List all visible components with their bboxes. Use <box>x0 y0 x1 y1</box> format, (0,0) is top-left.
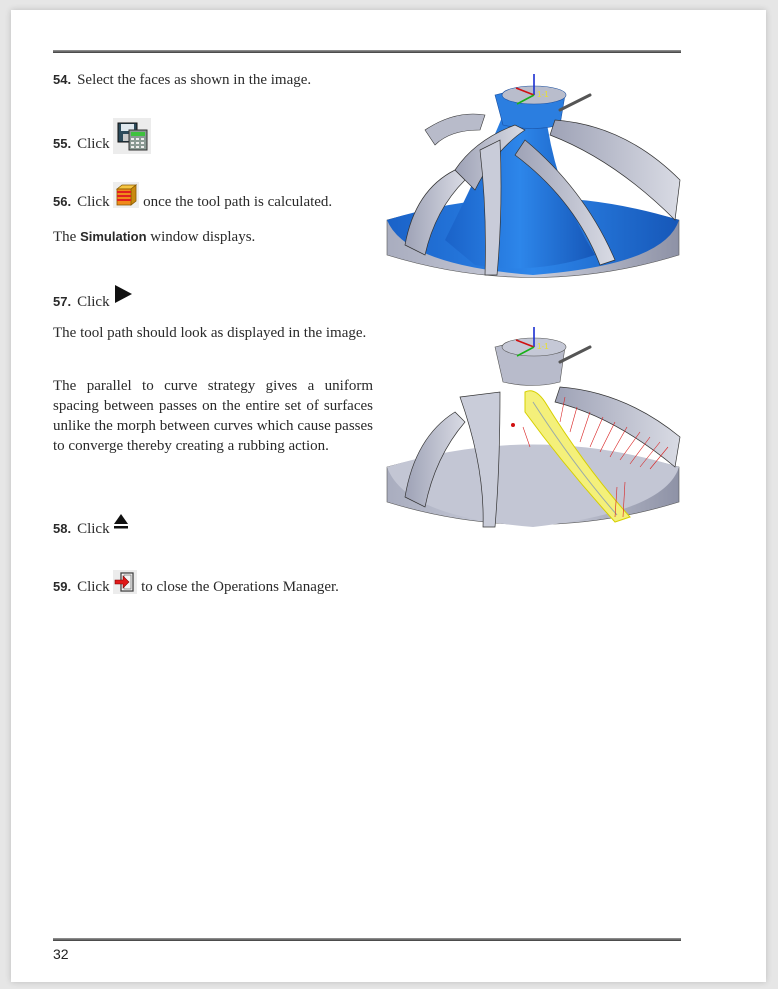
simulation-note: The Simulation window displays. <box>53 229 255 246</box>
csys-label: 1-1 <box>537 342 549 351</box>
step-58: 58. Click <box>53 513 129 538</box>
document-page: 54. Select the faces as shown in the imag… <box>11 10 766 982</box>
step-number: 55. <box>53 136 72 151</box>
step-text: Select the faces as shown in the image. <box>77 72 312 88</box>
toolpath-paragraph: The tool path should look as displayed i… <box>53 325 367 341</box>
header-rule <box>53 50 681 53</box>
impeller-toolpath-figure: 1-1 <box>385 327 681 537</box>
step-54: 54. Select the faces as shown in the imag… <box>53 72 311 89</box>
step-text: Click <box>77 194 110 210</box>
step-59: 59. Click to close the Operations Manager… <box>53 570 339 599</box>
simulation-window-name: Simulation <box>80 229 147 244</box>
csys-label: 1-1 <box>537 90 549 99</box>
save-calculate-icon[interactable] <box>113 118 152 159</box>
step-text-suffix: to close the Operations Manager. <box>141 579 339 595</box>
exit-icon[interactable] <box>113 570 138 599</box>
step-text: Click <box>77 579 110 595</box>
step-number: 58. <box>53 521 72 536</box>
step-text: Click <box>77 521 110 537</box>
step-text-suffix: once the tool path is calculated. <box>143 194 333 210</box>
impeller-selected-faces-image: 1-1 <box>386 74 681 278</box>
strategy-paragraph: The parallel to curve strategy gives a u… <box>53 378 373 454</box>
step-57: 57. Click <box>53 284 133 311</box>
eject-icon[interactable] <box>113 513 129 534</box>
play-icon[interactable] <box>113 284 133 309</box>
footer-rule <box>53 938 681 941</box>
impeller-toolpath-image: 1-1 <box>386 327 681 528</box>
step-number: 56. <box>53 194 72 209</box>
step-56: 56. Click once the tool path is calculate… <box>53 182 332 213</box>
step-number: 59. <box>53 579 72 594</box>
page-number: 32 <box>53 946 69 962</box>
impeller-selected-faces-figure: 1-1 <box>385 70 681 284</box>
step-number: 54. <box>53 72 72 87</box>
step-text: Click <box>77 136 110 152</box>
note-prefix: The <box>53 229 77 245</box>
note-suffix: window displays. <box>150 229 256 245</box>
step-55: 55. Click <box>53 118 152 159</box>
step-number: 57. <box>53 294 72 309</box>
simulate-stack-icon[interactable] <box>113 182 140 213</box>
step-text: Click <box>77 294 110 310</box>
